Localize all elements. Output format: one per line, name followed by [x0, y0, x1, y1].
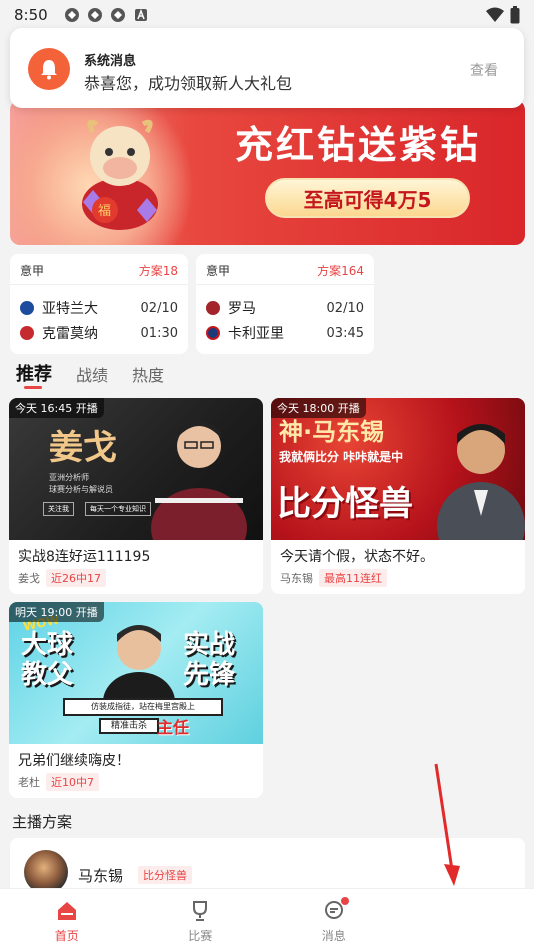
live-card[interactable]: 今天 16:45 开播 姜戈 亚洲分析师 球赛分析与解说员 关注我 每天一个专业… — [9, 398, 263, 594]
away-team-name: 克雷莫纳 — [42, 326, 98, 342]
team-logo-icon — [206, 301, 220, 315]
home-team-name: 亚特兰大 — [42, 301, 98, 317]
host-portrait-icon — [151, 421, 247, 540]
battery-icon — [510, 6, 520, 24]
home-icon — [57, 902, 76, 920]
match-league: 意甲 — [20, 264, 45, 278]
match-league: 意甲 — [206, 264, 231, 278]
anchor-tag: 比分怪兽 — [138, 866, 192, 884]
tab-popularity[interactable]: 热度 — [132, 362, 164, 386]
tab-recommend[interactable]: 推荐 — [16, 360, 52, 389]
thumbnail-subtitle: 我就俩比分 咔咔就是中 — [279, 450, 404, 464]
record-tag: 近26中17 — [46, 569, 106, 587]
team-logo-icon — [20, 301, 34, 315]
content-tabs: 推荐 战绩 热度 — [16, 360, 164, 389]
section-title: 主播方案 — [12, 813, 73, 831]
host-name: 姜戈 — [18, 572, 40, 585]
nav-match[interactable]: 比赛 — [134, 889, 268, 950]
app-notification-icon — [110, 8, 125, 22]
tab-record[interactable]: 战绩 — [76, 362, 108, 386]
live-card[interactable]: 今天 18:00 开播 神·马东锡 我就俩比分 咔咔就是中 比分怪兽 今天请个假… — [271, 398, 525, 594]
notification-body: 恭喜您，成功领取新人大礼包 — [84, 74, 293, 93]
match-card[interactable]: 意甲 方案18 亚特兰大 02/10 克雷莫纳 01:30 — [10, 254, 188, 354]
match-time: 01:30 — [140, 325, 178, 341]
live-meta: 老杜 近10中7 — [18, 773, 99, 791]
live-time-badge: 今天 18:00 开播 — [271, 398, 366, 418]
match-date: 02/10 — [326, 300, 364, 316]
divider — [196, 284, 374, 285]
home-team-row: 罗马 02/10 — [206, 298, 364, 318]
trophy-icon — [193, 901, 208, 921]
nav-label: 消息 — [321, 929, 346, 943]
away-team-row: 卡利亚里 03:45 — [206, 323, 364, 343]
team-logo-icon — [20, 326, 34, 340]
thumbnail-stamp: 主任 — [157, 718, 190, 737]
bell-icon — [28, 48, 70, 90]
live-meta: 姜戈 近26中17 — [18, 569, 106, 587]
home-team-row: 亚特兰大 02/10 — [20, 298, 178, 318]
status-time: 8:50 — [14, 6, 48, 24]
thumbnail-strip-2: 精准击杀 — [99, 718, 159, 734]
banner-title: 充红钻送紫钻 — [235, 123, 482, 167]
thumbnail-headline: 比分怪兽 — [277, 484, 413, 524]
ox-mascot-icon: 福 — [82, 119, 158, 230]
host-portrait-icon — [437, 424, 525, 540]
match-plan-count: 方案18 — [138, 264, 178, 278]
wifi-icon — [486, 7, 504, 22]
host-name: 老杜 — [18, 776, 40, 789]
thumbnail-name: 姜戈 — [49, 428, 117, 468]
status-bar: 8:50 — [0, 0, 534, 30]
live-card[interactable]: 明天 19:00 开播 WOW 大球 教父 实战 先锋 仿装成指徒，站在梅里宫殿… — [9, 602, 263, 798]
match-date: 02/10 — [140, 300, 178, 316]
thumbnail-follow-label: 关注我 — [43, 502, 74, 516]
live-title: 实战8连好运111195 — [18, 549, 151, 565]
bottom-nav: 首页 比赛 消息 — [0, 888, 534, 950]
a-badge-icon — [134, 8, 147, 21]
live-thumbnail: 今天 18:00 开播 神·马东锡 我就俩比分 咔咔就是中 比分怪兽 — [271, 398, 525, 540]
live-meta: 马东锡 最高11连红 — [280, 569, 387, 587]
banner-cta-button[interactable]: 至高可得4万5 — [265, 178, 470, 218]
nav-message[interactable]: 消息 — [267, 889, 401, 950]
nav-home[interactable]: 首页 — [0, 889, 134, 950]
host-portrait-icon — [103, 625, 175, 702]
thumbnail-subtitle: 球赛分析与解说员 — [49, 485, 113, 494]
divider — [10, 284, 188, 285]
app-notification-icon — [64, 8, 79, 22]
notification-title: 系统消息 — [84, 54, 137, 69]
live-time-badge: 明天 19:00 开播 — [9, 602, 104, 622]
live-title: 今天请个假，状态不好。 — [280, 549, 434, 565]
nav-empty[interactable] — [401, 889, 534, 950]
view-button[interactable]: 查看 — [470, 60, 498, 80]
away-team-name: 卡利亚里 — [228, 326, 284, 342]
live-time-badge: 今天 16:45 开播 — [9, 398, 104, 418]
app-notification-icon — [87, 8, 102, 22]
banner-mascot-text: 福 — [98, 204, 111, 219]
record-tag: 近10中7 — [46, 773, 99, 791]
unread-dot — [341, 897, 349, 905]
thumbnail-subtitle: 亚洲分析师 — [49, 473, 89, 482]
live-thumbnail: 今天 16:45 开播 姜戈 亚洲分析师 球赛分析与解说员 关注我 每天一个专业… — [9, 398, 263, 540]
away-team-row: 克雷莫纳 01:30 — [20, 323, 178, 343]
promo-banner[interactable]: 福 充红钻送紫钻 至高可得4万5 — [10, 100, 525, 245]
team-logo-icon — [206, 326, 220, 340]
thumbnail-tagline: 每天一个专业知识 — [85, 502, 151, 516]
match-time: 03:45 — [326, 325, 364, 341]
anchor-name: 马东锡 — [78, 867, 124, 885]
nav-label: 比赛 — [188, 929, 213, 943]
nav-label: 首页 — [54, 929, 79, 943]
match-card[interactable]: 意甲 方案164 罗马 02/10 卡利亚里 03:45 — [196, 254, 374, 354]
thumbnail-right-title: 实战 先锋 — [183, 630, 236, 690]
system-notification[interactable]: 系统消息 恭喜您，成功领取新人大礼包 查看 — [10, 28, 524, 108]
thumbnail-left-title: 大球 教父 — [21, 630, 74, 690]
match-plan-count: 方案164 — [317, 264, 364, 278]
host-name: 马东锡 — [280, 572, 313, 585]
thumbnail-strip-1: 仿装成指徒，站在梅里宫殿上 — [63, 698, 223, 716]
home-team-name: 罗马 — [228, 301, 256, 317]
live-title: 兄弟们继续嗨皮！ — [18, 753, 130, 769]
record-tag: 最高11连红 — [319, 569, 387, 587]
live-thumbnail: 明天 19:00 开播 WOW 大球 教父 实战 先锋 仿装成指徒，站在梅里宫殿… — [9, 602, 263, 744]
